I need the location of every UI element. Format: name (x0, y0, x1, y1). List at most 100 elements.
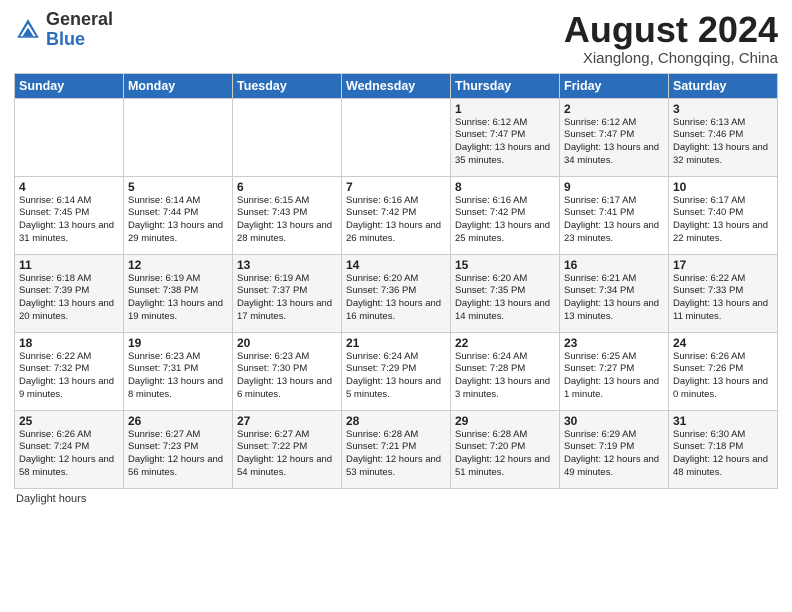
day-number: 3 (673, 102, 773, 116)
week-row-3: 11Sunrise: 6:18 AMSunset: 7:39 PMDayligh… (15, 254, 778, 332)
logo-blue: Blue (46, 29, 85, 49)
header-row: SundayMondayTuesdayWednesdayThursdayFrid… (15, 73, 778, 98)
day-info: Sunrise: 6:23 AMSunset: 7:30 PMDaylight:… (237, 351, 337, 402)
day-number: 6 (237, 180, 337, 194)
day-number: 28 (346, 414, 446, 428)
day-info: Sunrise: 6:22 AMSunset: 7:33 PMDaylight:… (673, 273, 773, 324)
col-header-saturday: Saturday (669, 73, 778, 98)
day-cell: 2Sunrise: 6:12 AMSunset: 7:47 PMDaylight… (560, 98, 669, 176)
day-cell: 17Sunrise: 6:22 AMSunset: 7:33 PMDayligh… (669, 254, 778, 332)
day-number: 9 (564, 180, 664, 194)
day-cell: 6Sunrise: 6:15 AMSunset: 7:43 PMDaylight… (233, 176, 342, 254)
day-cell: 22Sunrise: 6:24 AMSunset: 7:28 PMDayligh… (451, 332, 560, 410)
day-number: 31 (673, 414, 773, 428)
day-number: 21 (346, 336, 446, 350)
day-cell: 28Sunrise: 6:28 AMSunset: 7:21 PMDayligh… (342, 410, 451, 488)
col-header-tuesday: Tuesday (233, 73, 342, 98)
day-number: 10 (673, 180, 773, 194)
col-header-monday: Monday (124, 73, 233, 98)
col-header-sunday: Sunday (15, 73, 124, 98)
day-number: 5 (128, 180, 228, 194)
day-info: Sunrise: 6:17 AMSunset: 7:40 PMDaylight:… (673, 195, 773, 246)
day-cell: 29Sunrise: 6:28 AMSunset: 7:20 PMDayligh… (451, 410, 560, 488)
day-cell: 26Sunrise: 6:27 AMSunset: 7:23 PMDayligh… (124, 410, 233, 488)
day-cell: 5Sunrise: 6:14 AMSunset: 7:44 PMDaylight… (124, 176, 233, 254)
day-info: Sunrise: 6:22 AMSunset: 7:32 PMDaylight:… (19, 351, 119, 402)
day-number: 2 (564, 102, 664, 116)
day-number: 8 (455, 180, 555, 194)
day-info: Sunrise: 6:13 AMSunset: 7:46 PMDaylight:… (673, 117, 773, 168)
day-number: 7 (346, 180, 446, 194)
day-info: Sunrise: 6:16 AMSunset: 7:42 PMDaylight:… (455, 195, 555, 246)
day-number: 23 (564, 336, 664, 350)
day-cell (233, 98, 342, 176)
col-header-friday: Friday (560, 73, 669, 98)
day-number: 15 (455, 258, 555, 272)
day-info: Sunrise: 6:24 AMSunset: 7:28 PMDaylight:… (455, 351, 555, 402)
day-cell: 25Sunrise: 6:26 AMSunset: 7:24 PMDayligh… (15, 410, 124, 488)
day-cell: 18Sunrise: 6:22 AMSunset: 7:32 PMDayligh… (15, 332, 124, 410)
day-number: 16 (564, 258, 664, 272)
day-cell: 21Sunrise: 6:24 AMSunset: 7:29 PMDayligh… (342, 332, 451, 410)
week-row-4: 18Sunrise: 6:22 AMSunset: 7:32 PMDayligh… (15, 332, 778, 410)
day-info: Sunrise: 6:29 AMSunset: 7:19 PMDaylight:… (564, 429, 664, 480)
day-info: Sunrise: 6:18 AMSunset: 7:39 PMDaylight:… (19, 273, 119, 324)
day-info: Sunrise: 6:19 AMSunset: 7:37 PMDaylight:… (237, 273, 337, 324)
day-cell: 8Sunrise: 6:16 AMSunset: 7:42 PMDaylight… (451, 176, 560, 254)
day-cell: 30Sunrise: 6:29 AMSunset: 7:19 PMDayligh… (560, 410, 669, 488)
day-number: 25 (19, 414, 119, 428)
day-cell: 31Sunrise: 6:30 AMSunset: 7:18 PMDayligh… (669, 410, 778, 488)
day-cell: 14Sunrise: 6:20 AMSunset: 7:36 PMDayligh… (342, 254, 451, 332)
day-info: Sunrise: 6:15 AMSunset: 7:43 PMDaylight:… (237, 195, 337, 246)
day-cell: 9Sunrise: 6:17 AMSunset: 7:41 PMDaylight… (560, 176, 669, 254)
day-number: 13 (237, 258, 337, 272)
day-info: Sunrise: 6:20 AMSunset: 7:36 PMDaylight:… (346, 273, 446, 324)
main-container: General Blue August 2024 Xianglong, Chon… (0, 0, 792, 511)
day-cell: 16Sunrise: 6:21 AMSunset: 7:34 PMDayligh… (560, 254, 669, 332)
location: Xianglong, Chongqing, China (564, 50, 778, 67)
day-cell: 19Sunrise: 6:23 AMSunset: 7:31 PMDayligh… (124, 332, 233, 410)
logo-icon (14, 16, 42, 44)
day-info: Sunrise: 6:14 AMSunset: 7:45 PMDaylight:… (19, 195, 119, 246)
title-block: August 2024 Xianglong, Chongqing, China (564, 10, 778, 67)
day-cell: 4Sunrise: 6:14 AMSunset: 7:45 PMDaylight… (15, 176, 124, 254)
day-cell (342, 98, 451, 176)
day-info: Sunrise: 6:28 AMSunset: 7:21 PMDaylight:… (346, 429, 446, 480)
day-info: Sunrise: 6:28 AMSunset: 7:20 PMDaylight:… (455, 429, 555, 480)
day-cell: 12Sunrise: 6:19 AMSunset: 7:38 PMDayligh… (124, 254, 233, 332)
day-number: 19 (128, 336, 228, 350)
day-cell: 3Sunrise: 6:13 AMSunset: 7:46 PMDaylight… (669, 98, 778, 176)
day-info: Sunrise: 6:26 AMSunset: 7:24 PMDaylight:… (19, 429, 119, 480)
day-number: 24 (673, 336, 773, 350)
day-number: 18 (19, 336, 119, 350)
day-number: 11 (19, 258, 119, 272)
logo-text: General Blue (46, 10, 113, 50)
month-year: August 2024 (564, 10, 778, 50)
footer: Daylight hours (14, 493, 778, 505)
day-info: Sunrise: 6:20 AMSunset: 7:35 PMDaylight:… (455, 273, 555, 324)
day-number: 30 (564, 414, 664, 428)
day-number: 29 (455, 414, 555, 428)
day-info: Sunrise: 6:16 AMSunset: 7:42 PMDaylight:… (346, 195, 446, 246)
day-info: Sunrise: 6:21 AMSunset: 7:34 PMDaylight:… (564, 273, 664, 324)
header: General Blue August 2024 Xianglong, Chon… (14, 10, 778, 67)
day-number: 26 (128, 414, 228, 428)
day-cell (124, 98, 233, 176)
day-cell: 10Sunrise: 6:17 AMSunset: 7:40 PMDayligh… (669, 176, 778, 254)
day-number: 27 (237, 414, 337, 428)
week-row-2: 4Sunrise: 6:14 AMSunset: 7:45 PMDaylight… (15, 176, 778, 254)
day-info: Sunrise: 6:30 AMSunset: 7:18 PMDaylight:… (673, 429, 773, 480)
col-header-wednesday: Wednesday (342, 73, 451, 98)
day-info: Sunrise: 6:24 AMSunset: 7:29 PMDaylight:… (346, 351, 446, 402)
week-row-1: 1Sunrise: 6:12 AMSunset: 7:47 PMDaylight… (15, 98, 778, 176)
day-cell (15, 98, 124, 176)
day-number: 12 (128, 258, 228, 272)
logo: General Blue (14, 10, 113, 50)
day-cell: 24Sunrise: 6:26 AMSunset: 7:26 PMDayligh… (669, 332, 778, 410)
day-info: Sunrise: 6:27 AMSunset: 7:22 PMDaylight:… (237, 429, 337, 480)
week-row-5: 25Sunrise: 6:26 AMSunset: 7:24 PMDayligh… (15, 410, 778, 488)
day-number: 22 (455, 336, 555, 350)
day-number: 1 (455, 102, 555, 116)
day-cell: 11Sunrise: 6:18 AMSunset: 7:39 PMDayligh… (15, 254, 124, 332)
day-info: Sunrise: 6:17 AMSunset: 7:41 PMDaylight:… (564, 195, 664, 246)
